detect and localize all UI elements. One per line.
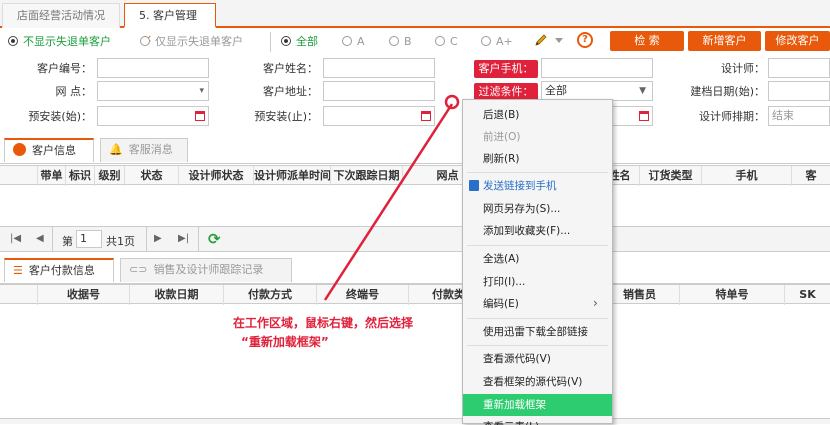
menu-item-select-all[interactable]: 全选(A) [463, 248, 612, 270]
menu-separator [467, 318, 608, 319]
submenu-arrow-icon: › [593, 296, 598, 310]
context-menu: 后退(B) 前进(O) 刷新(R) 发送链接到手机 网页另存为(S)... 添加… [462, 99, 613, 425]
menu-separator [467, 172, 608, 173]
annotation-text-line1: 在工作区域，鼠标右键，然后选择 [233, 316, 414, 330]
menu-item-print[interactable]: 打印(I)... [463, 271, 612, 293]
annotation-arrow [323, 94, 460, 301]
menu-item-send-link-to-phone[interactable]: 发送链接到手机 [463, 175, 612, 197]
menu-item-save-as[interactable]: 网页另存为(S)... [463, 198, 612, 220]
menu-item-back[interactable]: 后退(B) [463, 104, 612, 126]
menu-item-forward[interactable]: 前进(O) [463, 126, 612, 148]
menu-item-view-frame-source[interactable]: 查看框架的源代码(V) [463, 371, 612, 393]
menu-item-view-source[interactable]: 查看源代码(V) [463, 348, 612, 370]
menu-separator [467, 345, 608, 346]
annotation-text-line2: “重新加载框架” [241, 335, 329, 349]
menu-item-encoding[interactable]: 编码(E) [463, 293, 612, 315]
menu-item-reload-frame[interactable]: 重新加载框架 [463, 394, 612, 416]
menu-item-refresh[interactable]: 刷新(R) [463, 148, 612, 170]
menu-separator [467, 245, 608, 246]
menu-item-thunder-download[interactable]: 使用迅雷下载全部链接 [463, 321, 612, 343]
menu-item-add-favorite[interactable]: 添加到收藏夹(F)... [463, 220, 612, 242]
